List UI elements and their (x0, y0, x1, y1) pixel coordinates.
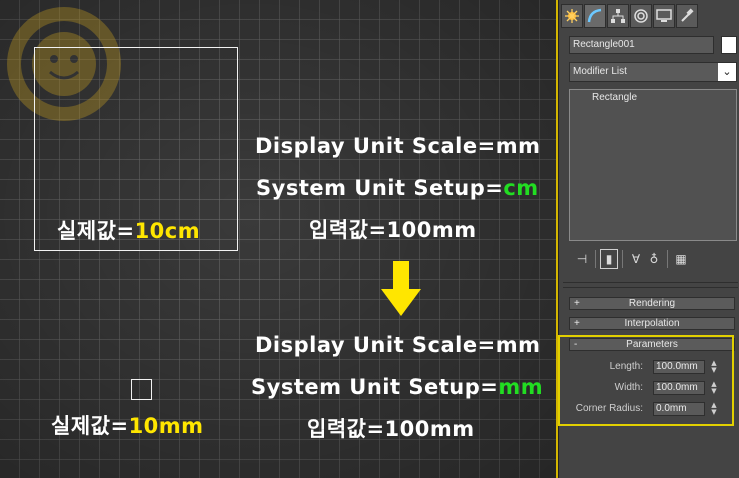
annotation-input-value-bottom: 입력값=100mm (307, 417, 475, 441)
actual-value-10cm: 10cm (134, 219, 201, 243)
annotation-actual-value-top: 실제값=10cm (57, 215, 200, 245)
make-unique-icon[interactable]: ∀ (627, 249, 645, 269)
modifier-list-label: Modifier List (573, 66, 627, 77)
pin-stack-icon[interactable]: ⊣ (573, 249, 591, 269)
parameters-highlight-box (558, 335, 734, 426)
annotation-display-unit-top: Display Unit Scale=mm (255, 134, 541, 158)
modifier-stack[interactable]: Rectangle (569, 89, 737, 241)
down-arrow-icon (381, 261, 421, 316)
system-unit-value-mm: mm (498, 375, 544, 399)
tab-create[interactable] (561, 4, 583, 28)
system-unit-value-cm: cm (503, 176, 539, 200)
rectangle-shape-small[interactable] (131, 379, 152, 400)
plus-icon: + (574, 318, 580, 329)
actual-value-10mm: 10mm (128, 414, 204, 438)
stack-item-rectangle[interactable]: Rectangle (592, 92, 736, 103)
modifier-list-dropdown[interactable]: Modifier List ⌄ (569, 62, 737, 82)
panel-divider (563, 282, 738, 283)
actual-prefix: 실제값= (57, 219, 135, 243)
annotation-actual-value-bottom: 실제값=10mm (51, 410, 204, 440)
stack-toolbar: ⊣ ▮ ∀ ♁ ▦ (573, 248, 737, 270)
annotation-display-unit-bottom: Display Unit Scale=mm (255, 333, 541, 357)
rollout-rendering-label: Rendering (628, 298, 676, 309)
annotation-input-value-top: 입력값=100mm (309, 218, 477, 242)
motion-icon (634, 9, 648, 23)
rollout-rendering[interactable]: + Rendering (569, 297, 735, 310)
create-icon (565, 9, 579, 23)
toolbar-divider (622, 250, 623, 268)
configure-modifier-sets-icon[interactable]: ▦ (672, 249, 690, 269)
annotation-system-unit-top: System Unit Setup=cm (256, 176, 539, 200)
command-panel-tabs (561, 4, 698, 30)
tab-motion[interactable] (630, 4, 652, 28)
remove-modifier-icon[interactable]: ♁ (645, 249, 663, 269)
system-unit-prefix: System Unit Setup= (256, 176, 504, 200)
modify-icon (587, 8, 602, 23)
show-end-result-icon[interactable]: ▮ (600, 249, 618, 269)
plus-icon: + (574, 298, 580, 309)
rollout-interpolation-label: Interpolation (624, 318, 680, 329)
tab-hierarchy[interactable] (607, 4, 629, 28)
display-icon (656, 9, 672, 22)
tab-utilities[interactable] (676, 4, 698, 28)
perspective-viewport[interactable]: Display Unit Scale=mm System Unit Setup=… (0, 0, 558, 478)
utilities-icon (681, 8, 694, 22)
hierarchy-icon (611, 9, 625, 23)
chevron-down-icon[interactable]: ⌄ (718, 63, 736, 81)
annotation-system-unit-bottom: System Unit Setup=mm (251, 375, 543, 399)
tab-display[interactable] (653, 4, 675, 28)
panel-divider (563, 287, 738, 288)
object-name-field[interactable]: Rectangle001 (569, 36, 714, 54)
toolbar-divider (667, 250, 668, 268)
system-unit-prefix: System Unit Setup= (251, 375, 499, 399)
actual-prefix: 실제값= (51, 414, 129, 438)
object-name-row: Rectangle001 (569, 36, 737, 54)
tab-modify[interactable] (584, 4, 606, 28)
object-color-swatch[interactable] (721, 36, 737, 54)
toolbar-divider (595, 250, 596, 268)
app-window: Display Unit Scale=mm System Unit Setup=… (0, 0, 739, 478)
rollout-interpolation[interactable]: + Interpolation (569, 317, 735, 330)
